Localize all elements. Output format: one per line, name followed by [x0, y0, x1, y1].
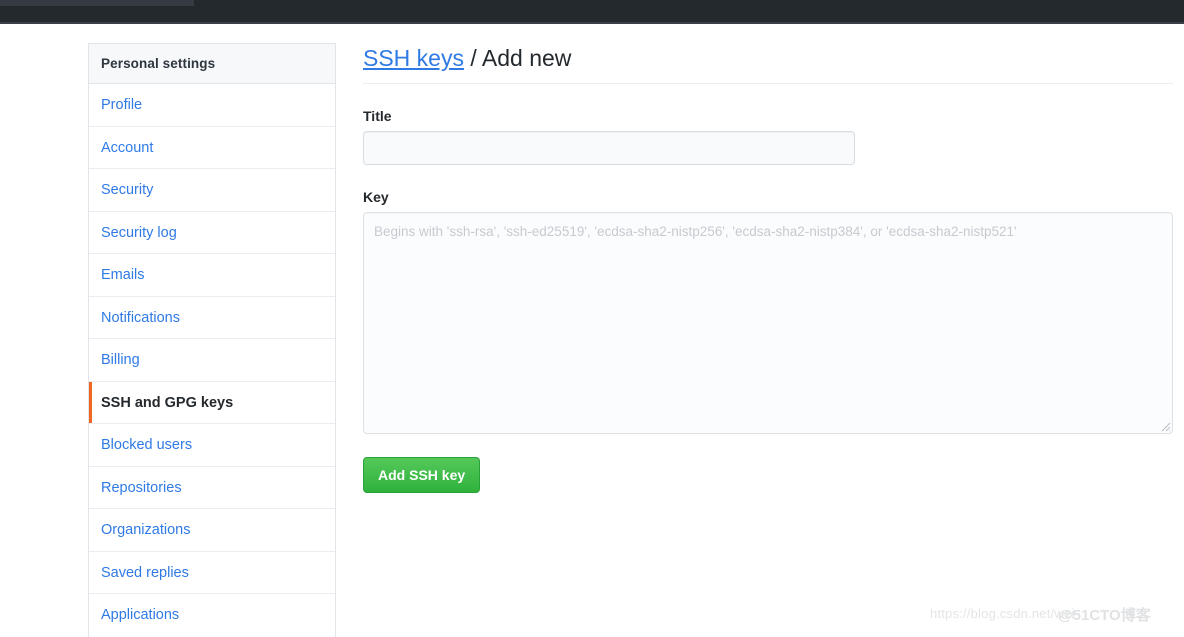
sidebar-item-billing[interactable]: Billing: [89, 339, 335, 382]
sidebar-item-notifications[interactable]: Notifications: [89, 297, 335, 339]
sidebar-item-saved-replies[interactable]: Saved replies: [89, 552, 335, 594]
sidebar-item-label: Notifications: [101, 309, 180, 326]
sidebar-item-security-log[interactable]: Security log: [89, 212, 335, 254]
add-ssh-key-button[interactable]: Add SSH key: [363, 457, 481, 493]
sidebar-item-label: Account: [101, 139, 154, 156]
sidebar-item-account[interactable]: Account: [89, 127, 335, 169]
sidebar-item-label: Security: [101, 182, 154, 198]
main-content: SSH keys / Add new Title Key Add SSH key: [363, 43, 1173, 493]
sidebar-item-applications[interactable]: Applications: [89, 594, 335, 637]
personal-settings-sidebar: Personal settings Profile Account Securi…: [88, 43, 336, 637]
sidebar-item-organizations[interactable]: Organizations: [89, 509, 335, 552]
sidebar-item-label: Emails: [101, 267, 145, 283]
page-title: SSH keys / Add new: [363, 43, 1173, 84]
sidebar-item-blocked-users[interactable]: Blocked users: [89, 424, 335, 467]
key-textarea[interactable]: [363, 212, 1173, 434]
title-input[interactable]: [363, 131, 855, 165]
sidebar-item-label: Applications: [101, 607, 180, 623]
sidebar-item-label: Organizations: [101, 522, 191, 538]
sidebar-item-profile[interactable]: Profile: [89, 84, 335, 127]
sidebar-item-label: Repositories: [101, 479, 182, 496]
sidebar-item-label: Security log: [101, 224, 177, 241]
sidebar-item-label: Saved replies: [101, 564, 189, 581]
sidebar-item-label: Profile: [101, 97, 143, 113]
ssh-keys-breadcrumb-link[interactable]: SSH keys: [363, 45, 464, 71]
sidebar-item-ssh-and-gpg-keys[interactable]: SSH and GPG keys: [89, 381, 335, 424]
page-body: Personal settings Profile Account Securi…: [0, 24, 1184, 637]
watermark-51cto-brand: @51CTO博客: [1058, 607, 1151, 624]
sidebar-item-label: Billing: [101, 352, 140, 368]
sidebar-item-security[interactable]: Security: [89, 169, 335, 212]
title-field-label: Title: [363, 108, 392, 124]
sidebar-item-label: SSH and GPG keys: [101, 394, 234, 411]
sidebar-header: Personal settings: [89, 44, 335, 84]
key-field-label: Key: [363, 189, 389, 205]
top-header-bar: [0, 0, 1184, 22]
page-title-suffix: / Add new: [463, 45, 572, 71]
header-left-strip: [0, 0, 194, 6]
sidebar-item-repositories[interactable]: Repositories: [89, 467, 335, 509]
sidebar-item-emails[interactable]: Emails: [89, 254, 335, 297]
sidebar-item-label: Blocked users: [101, 437, 193, 453]
key-textarea-wrap: [363, 212, 1173, 434]
watermark-csdn-url: https://blog.csdn.net/wei: [930, 606, 1075, 621]
